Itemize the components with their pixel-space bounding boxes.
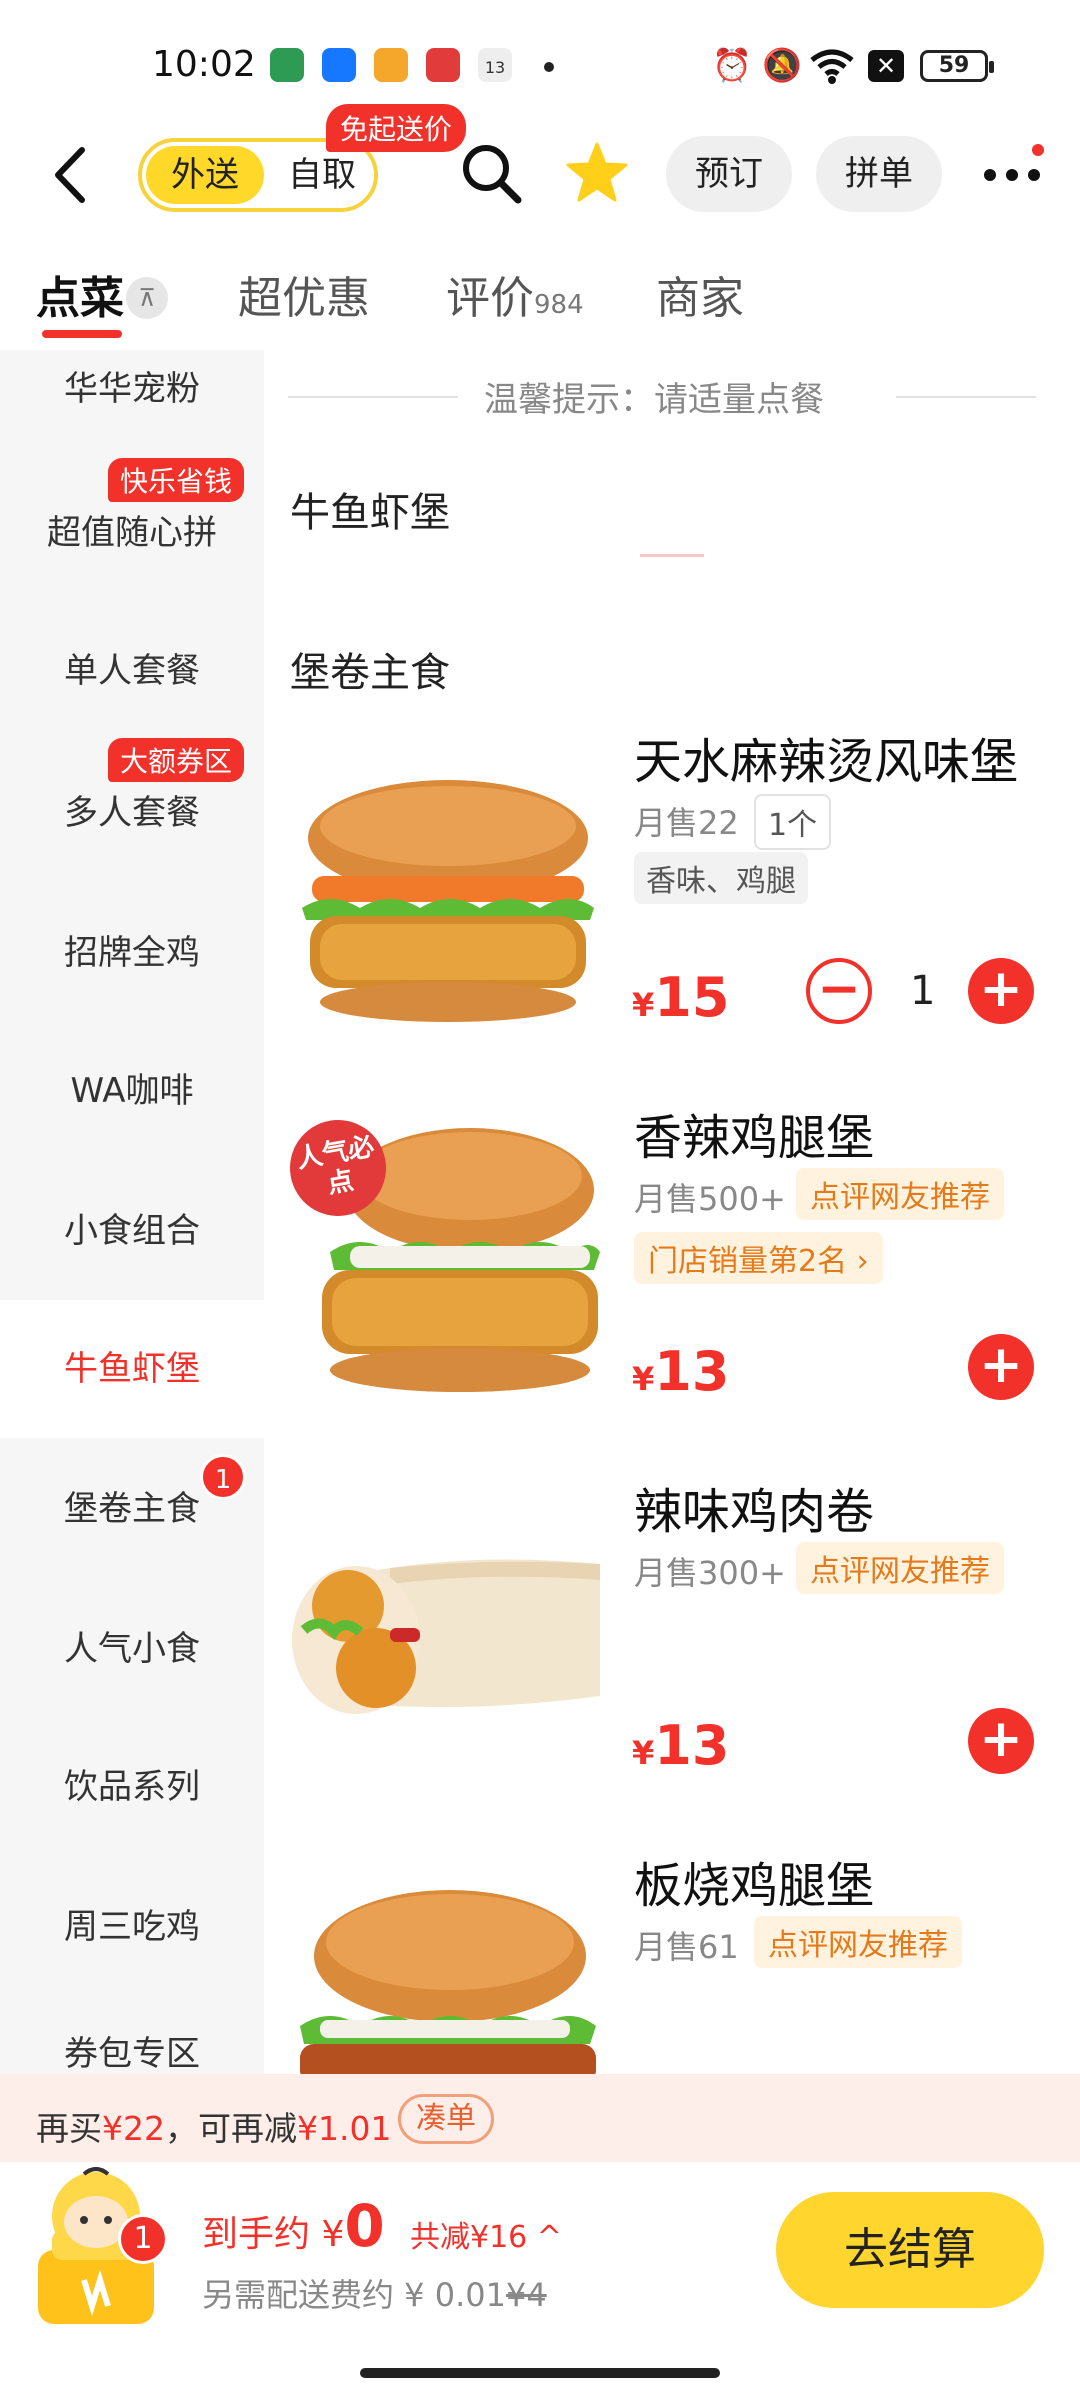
delivery-option[interactable]: 外送	[146, 146, 264, 204]
recommended-tag: 点评网友推荐	[754, 1916, 962, 1968]
product-flavor-tag: 香味、鸡腿	[634, 852, 808, 904]
decrease-quantity-button[interactable]: −	[806, 958, 872, 1024]
home-indicator[interactable]	[360, 2368, 720, 2378]
discount-details-toggle[interactable]: 共减¥16 ^	[410, 2212, 562, 2256]
sidebar-item-wednesday-chicken[interactable]: 周三吃鸡	[0, 1858, 264, 1996]
price-currency: ¥	[632, 1360, 655, 1398]
product-spec-tag: 1个	[754, 794, 832, 850]
promo-text: 再买¥22，可再减¥1.01	[36, 2102, 391, 2150]
sidebar-cart-count-badge: 1	[200, 1454, 246, 1500]
section-title-burger-wrap: 堡卷主食	[290, 650, 450, 696]
product-price: ¥15	[632, 966, 729, 1029]
delivery-fee-text: 另需配送费约 ¥ 0.01	[202, 2276, 506, 2314]
reserve-button[interactable]: 预订	[666, 136, 792, 212]
tab-order[interactable]: 点菜	[36, 262, 124, 326]
total-prefix: 到手约	[202, 2214, 311, 2255]
app-notification-icon	[426, 48, 460, 82]
notification-dot	[1032, 144, 1044, 156]
recommended-tag: 点评网友推荐	[796, 1168, 1004, 1220]
product-price: ¥13	[632, 1340, 729, 1403]
product-name[interactable]: 香辣鸡腿堡	[634, 1098, 874, 1168]
product-monthly-sales: 月售300+	[634, 1554, 786, 1592]
favorite-star-icon[interactable]	[564, 140, 630, 206]
recommended-tag: 点评网友推荐	[796, 1542, 1004, 1594]
price-value: 13	[654, 1714, 730, 1777]
sidebar-item-beef-fish-shrimp[interactable]: 牛鱼虾堡	[0, 1300, 264, 1438]
battery-icon: 59	[920, 50, 994, 82]
more-icon[interactable]	[980, 150, 1044, 200]
add-items-button[interactable]: 凑单	[398, 2094, 494, 2144]
alarm-icon: ⏰	[712, 46, 752, 84]
product-name[interactable]: 板烧鸡腿堡	[634, 1846, 874, 1916]
back-button[interactable]	[46, 140, 96, 210]
sidebar-item-popular-snacks[interactable]: 人气小食	[0, 1580, 264, 1718]
cart-count-badge: 1	[118, 2214, 168, 2264]
sidebar-item-whole-chicken[interactable]: 招牌全鸡	[0, 884, 264, 1022]
sidebar-tag-save: 快乐省钱	[108, 458, 245, 502]
tab-reviews-label: 评价	[446, 273, 534, 324]
sidebar-item-drinks[interactable]: 饮品系列	[0, 1718, 264, 1856]
wallet-icon	[374, 48, 408, 82]
product-price: ¥13	[632, 1714, 729, 1777]
tip-divider-right	[896, 396, 1036, 398]
status-time: 10:02	[152, 44, 256, 85]
promo-middle: ，可再减	[165, 2109, 297, 2148]
cart-total: 到手约 ¥0	[202, 2192, 385, 2260]
add-to-cart-button[interactable]: +	[968, 1708, 1034, 1774]
product-monthly-sales: 月售22	[634, 804, 739, 842]
product-monthly-sales: 月售500+	[634, 1180, 786, 1218]
section-placeholder-line	[640, 554, 704, 557]
sidebar-item-wa-coffee[interactable]: WA咖啡	[0, 1022, 264, 1160]
tab-merchant[interactable]: 商家	[656, 262, 744, 326]
calendar-icon: 13	[478, 48, 512, 82]
total-value: 0	[344, 2192, 385, 2260]
tab-reviews[interactable]: 评价984	[446, 262, 584, 326]
add-to-cart-button[interactable]: +	[968, 1334, 1034, 1400]
sidebar-item-coupon-zone[interactable]: 券包专区	[0, 1994, 264, 2074]
search-icon[interactable]	[458, 140, 524, 206]
price-currency: ¥	[632, 986, 655, 1024]
oppo-app-icon	[270, 48, 304, 82]
quantity-value: 1	[910, 968, 936, 1014]
price-value: 13	[654, 1340, 730, 1403]
store-ranking-tag[interactable]: 门店销量第2名 ›	[634, 1232, 883, 1284]
delivery-fee-original: ¥4	[505, 2276, 547, 2314]
promo-prefix: 再买	[36, 2109, 102, 2148]
promo-amount: ¥22	[102, 2109, 165, 2148]
price-currency: ¥	[632, 1734, 655, 1772]
total-currency: ¥	[321, 2214, 345, 2255]
product-image-teriyaki-chicken-burger[interactable]	[290, 1880, 606, 2074]
tab-reviews-count: 984	[534, 290, 584, 320]
product-name[interactable]: 辣味鸡肉卷	[634, 1472, 874, 1542]
category-sidebar: 华华宠粉 超值随心拼 快乐省钱 单人套餐 多人套餐 大额券区 招牌全鸡 WA咖啡…	[0, 350, 264, 2080]
checkout-button[interactable]: 去结算	[776, 2192, 1044, 2308]
sidebar-tag-coupon: 大额券区	[108, 738, 245, 782]
pickup-option[interactable]: 自取	[272, 146, 372, 204]
no-sim-icon: ✕	[868, 50, 904, 82]
more-notifications-dot	[544, 62, 554, 72]
sidebar-item-single-set[interactable]: 单人套餐	[0, 602, 264, 740]
product-image-spicy-chicken-wrap[interactable]	[290, 1520, 606, 1750]
sidebar-item-huahua[interactable]: 华华宠粉	[0, 320, 264, 458]
tip-text: 温馨提示：请适量点餐	[484, 380, 824, 420]
wifi-icon	[810, 46, 854, 90]
product-image-tianshui-burger[interactable]	[290, 778, 606, 1022]
status-bar: 10:02 13 ⏰ 🔕 ✕ 59	[0, 0, 1080, 130]
section-title-beef-fish-shrimp: 牛鱼虾堡	[290, 490, 450, 536]
delivery-fee: 另需配送费约 ¥ 0.01¥4	[202, 2270, 547, 2316]
mute-icon: 🔕	[762, 46, 802, 84]
product-monthly-sales: 月售61	[634, 1928, 739, 1966]
product-name[interactable]: 天水麻辣烫风味堡	[634, 722, 1018, 792]
price-value: 15	[654, 966, 730, 1029]
tab-deals[interactable]: 超优惠	[238, 262, 370, 326]
alipay-icon	[322, 48, 356, 82]
sidebar-item-snack-combo[interactable]: 小食组合	[0, 1162, 264, 1300]
promo-discount: ¥1.01	[297, 2109, 392, 2148]
sort-top-icon[interactable]: ⊼	[126, 277, 168, 319]
group-order-button[interactable]: 拼单	[816, 136, 942, 212]
increase-quantity-button[interactable]: +	[968, 958, 1034, 1024]
free-minimum-badge: 免起送价	[326, 104, 467, 152]
tip-divider-left	[288, 396, 458, 398]
